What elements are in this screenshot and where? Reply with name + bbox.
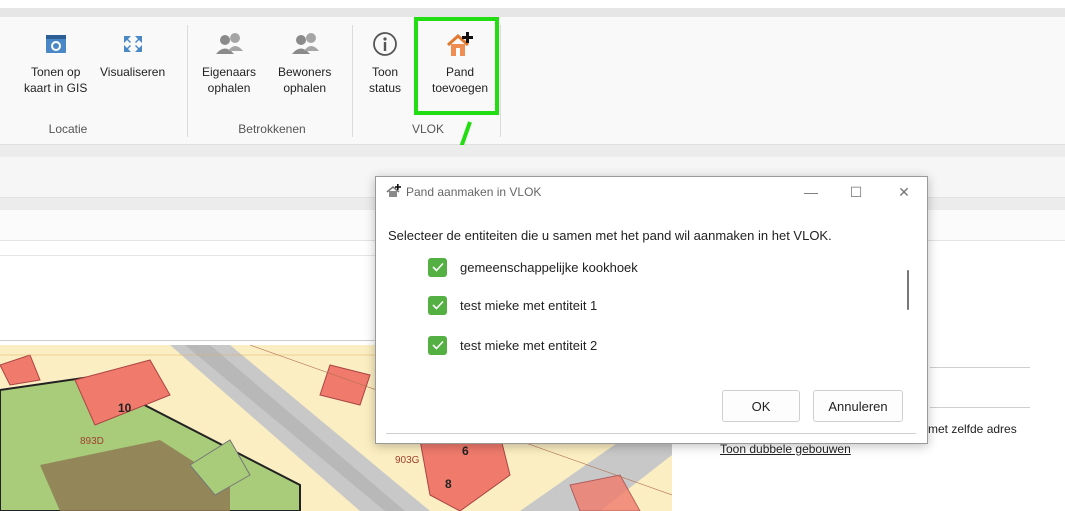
map-label: 6	[462, 444, 469, 458]
content-divider	[0, 340, 380, 341]
visualize-button[interactable]: Visualiseren	[100, 29, 165, 80]
map-label: 8	[445, 477, 452, 491]
dialog-prompt: Selecteer de entiteiten die u samen met …	[388, 228, 832, 243]
expand-arrows-icon	[120, 29, 146, 59]
dialog-titlebar[interactable]: Pand aanmaken in VLOK	[376, 177, 927, 207]
entity-label: test mieke met entiteit 2	[460, 337, 598, 353]
visualize-label: Visualiseren	[100, 65, 166, 79]
house-add-icon	[386, 183, 402, 201]
side-divider	[930, 367, 1030, 368]
checkbox-checked-icon[interactable]	[428, 295, 447, 315]
create-building-dialog: Pand aanmaken in VLOK — ☐ ✕ Selecteer de…	[375, 176, 928, 444]
fetch-owners-button[interactable]: Eigenaars ophalen	[202, 29, 256, 96]
show-status-label: Toon status	[369, 65, 402, 95]
content-divider	[0, 255, 380, 256]
ribbon-toolbar: Tonen op kaart in GIS Visualiseren Locat…	[0, 17, 1065, 145]
people-icon	[214, 29, 244, 59]
dialog-footer-divider	[386, 433, 916, 434]
entity-list: gemeenschappelijke kookhoek test mieke m…	[416, 255, 916, 355]
entity-checkbox-item[interactable]: test mieke met entiteit 2	[428, 335, 597, 355]
cancel-button[interactable]: Annuleren	[813, 390, 903, 422]
show-duplicate-buildings-link[interactable]: Toon dubbele gebouwen	[720, 442, 851, 456]
close-button[interactable]: ✕	[894, 183, 914, 201]
show-status-button[interactable]: Toon status	[369, 29, 401, 96]
map-window-icon	[43, 29, 69, 59]
show-on-map-label: Tonen op kaart in GIS	[24, 65, 88, 95]
checkbox-checked-icon[interactable]	[428, 257, 447, 277]
panel-divider	[0, 145, 1065, 157]
side-text: met zelfde adres	[928, 422, 1017, 436]
info-icon	[372, 29, 398, 59]
entity-label: test mieke met entiteit 1	[460, 297, 598, 313]
list-scrollbar[interactable]	[907, 270, 909, 310]
map-label: 10	[118, 401, 132, 415]
ribbon-separator	[352, 25, 353, 137]
side-divider	[930, 407, 1030, 408]
annotation-highlight-box	[414, 17, 499, 115]
map-label: 893D	[80, 436, 104, 447]
group-label-locatie: Locatie	[48, 122, 88, 136]
ok-button[interactable]: OK	[722, 390, 800, 422]
maximize-button[interactable]: ☐	[846, 183, 866, 201]
map-label: 903G	[395, 455, 420, 466]
fetch-residents-label: Bewoners ophalen	[278, 65, 332, 95]
group-label-betrokkenen: Betrokkenen	[238, 122, 306, 136]
top-strip	[0, 0, 1065, 8]
ribbon-separator	[500, 25, 501, 137]
entity-checkbox-item[interactable]: test mieke met entiteit 1	[428, 295, 597, 315]
entity-checkbox-item[interactable]: gemeenschappelijke kookhoek	[428, 257, 638, 277]
ribbon-separator	[187, 25, 188, 137]
show-on-map-gis-button[interactable]: Tonen op kaart in GIS	[24, 29, 87, 96]
minimize-button[interactable]: —	[801, 183, 821, 201]
top-divider	[0, 8, 1065, 17]
fetch-residents-button[interactable]: Bewoners ophalen	[278, 29, 331, 96]
dialog-title: Pand aanmaken in VLOK	[406, 185, 542, 199]
checkbox-checked-icon[interactable]	[428, 335, 447, 355]
people-icon	[290, 29, 320, 59]
entity-label: gemeenschappelijke kookhoek	[460, 259, 638, 275]
fetch-owners-label: Eigenaars ophalen	[202, 65, 257, 95]
